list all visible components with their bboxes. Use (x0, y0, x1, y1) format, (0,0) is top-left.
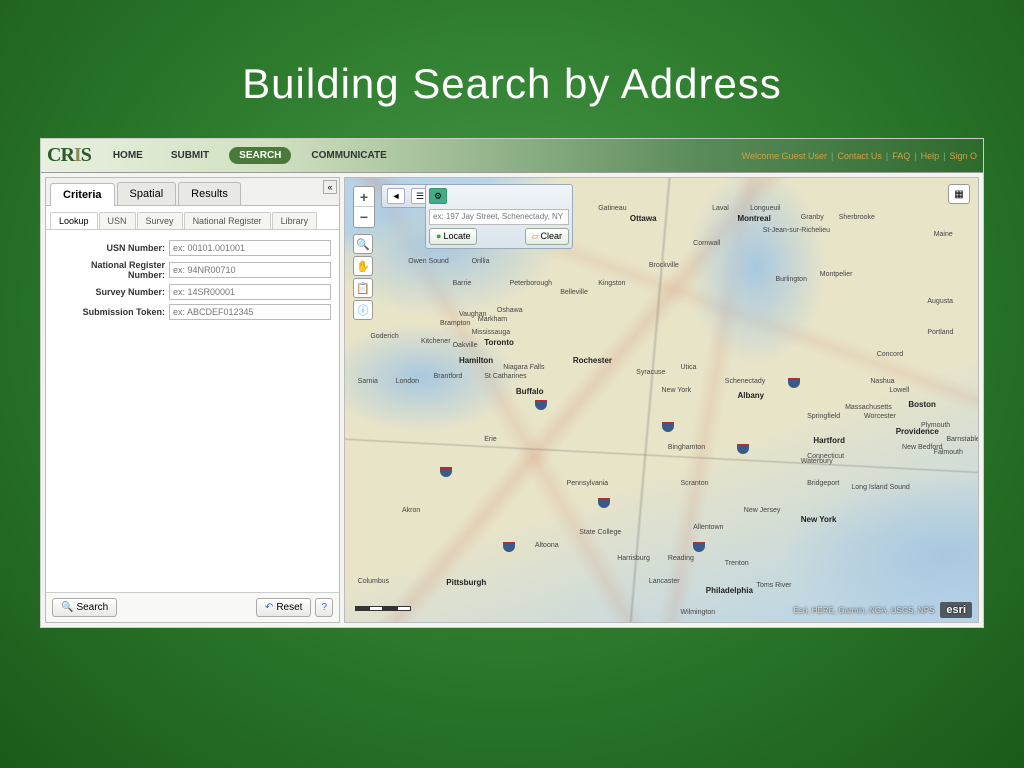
prev-extent-button[interactable]: ◄ (387, 188, 405, 204)
app-header: CRIS HOME SUBMIT SEARCH COMMUNICATE Welc… (41, 139, 983, 173)
basemap-tool[interactable]: ⓘ (353, 300, 373, 320)
nav-submit[interactable]: SUBMIT (163, 147, 217, 164)
attribution-text: Esri, HERE, Garmin, NGA, USGS, NPS (794, 606, 935, 615)
scale-bar (355, 606, 411, 614)
survey-input[interactable] (169, 284, 331, 300)
help-button[interactable]: ? (315, 598, 333, 617)
nr-input[interactable] (169, 262, 331, 278)
identify-tool[interactable]: 🔍 (353, 234, 373, 254)
reset-button-label: Reset (276, 602, 302, 613)
reset-button[interactable]: ↶ Reset (256, 598, 312, 617)
sub-tabs: Lookup USN Survey National Register Libr… (46, 206, 339, 230)
subtab-lookup[interactable]: Lookup (50, 212, 98, 229)
subtab-national-register[interactable]: National Register (184, 212, 271, 229)
layer-list-button[interactable]: ▦ (948, 184, 970, 204)
main-nav: HOME SUBMIT SEARCH COMMUNICATE (105, 147, 395, 164)
locate-button[interactable]: ● Locate (429, 228, 477, 245)
panel-footer: 🔍 Search ↶ Reset ? (46, 592, 339, 622)
pan-tool[interactable]: ✋ (353, 256, 373, 276)
help-icon: ? (321, 602, 327, 613)
link-faq[interactable]: FAQ (892, 151, 910, 161)
welcome-text: Welcome Guest User (742, 151, 827, 161)
panel-collapse-button[interactable]: « (323, 180, 337, 194)
map-panel[interactable]: OttawaMontrealLavalLongueuilGatineauGran… (344, 177, 979, 623)
address-input[interactable] (429, 209, 569, 225)
subtab-survey[interactable]: Survey (137, 212, 183, 229)
measure-tool[interactable]: 📋 (353, 278, 373, 298)
usn-input[interactable] (169, 240, 331, 256)
clear-button[interactable]: ▱ Clear (525, 228, 569, 245)
search-form: USN Number: National Register Number: Su… (46, 230, 339, 592)
clear-button-label: Clear (540, 231, 562, 241)
survey-label: Survey Number: (54, 287, 169, 297)
zoom-control: + − (353, 186, 375, 228)
map-tools: 🔍 ✋ 📋 ⓘ (353, 234, 373, 320)
zoom-in-button[interactable]: + (354, 187, 374, 207)
locate-button-label: Locate (443, 231, 470, 241)
search-button-label: Search (76, 602, 108, 613)
highway-shield-icon (662, 422, 674, 432)
eraser-icon: ▱ (532, 231, 539, 242)
tab-criteria[interactable]: Criteria (50, 183, 115, 206)
esri-logo: esri (940, 602, 972, 618)
app-window: CRIS HOME SUBMIT SEARCH COMMUNICATE Welc… (40, 138, 984, 628)
highway-shield-icon (440, 467, 452, 477)
undo-icon: ↶ (265, 602, 273, 613)
locate-panel: ⚙ ● Locate ▱ Clear (425, 184, 573, 249)
header-right: Welcome Guest User | Contact Us | FAQ | … (742, 151, 977, 161)
map-attribution: Esri, HERE, Garmin, NGA, USGS, NPS esri (794, 602, 973, 618)
link-signout[interactable]: Sign O (949, 151, 977, 161)
logo: CRIS (47, 144, 91, 167)
token-input[interactable] (169, 304, 331, 320)
main-tabs: Criteria Spatial Results (46, 178, 339, 206)
globe-icon: ● (436, 231, 441, 241)
tab-spatial[interactable]: Spatial (117, 182, 177, 205)
nr-label: National Register Number: (54, 260, 169, 280)
nav-home[interactable]: HOME (105, 147, 151, 164)
search-button[interactable]: 🔍 Search (52, 598, 117, 617)
usn-label: USN Number: (54, 243, 169, 253)
nav-communicate[interactable]: COMMUNICATE (303, 147, 394, 164)
subtab-library[interactable]: Library (272, 212, 318, 229)
locate-icon-button[interactable]: ⚙ (429, 188, 447, 204)
slide-title: Building Search by Address (0, 0, 1024, 138)
subtab-usn[interactable]: USN (99, 212, 136, 229)
link-contact[interactable]: Contact Us (837, 151, 882, 161)
zoom-out-button[interactable]: − (354, 207, 374, 227)
nav-search[interactable]: SEARCH (229, 147, 291, 164)
tab-results[interactable]: Results (178, 182, 241, 205)
token-label: Submission Token: (54, 307, 169, 317)
link-help[interactable]: Help (921, 151, 940, 161)
app-body: « Criteria Spatial Results Lookup USN Su… (41, 173, 983, 627)
search-icon: 🔍 (61, 602, 73, 613)
search-panel: « Criteria Spatial Results Lookup USN Su… (45, 177, 340, 623)
